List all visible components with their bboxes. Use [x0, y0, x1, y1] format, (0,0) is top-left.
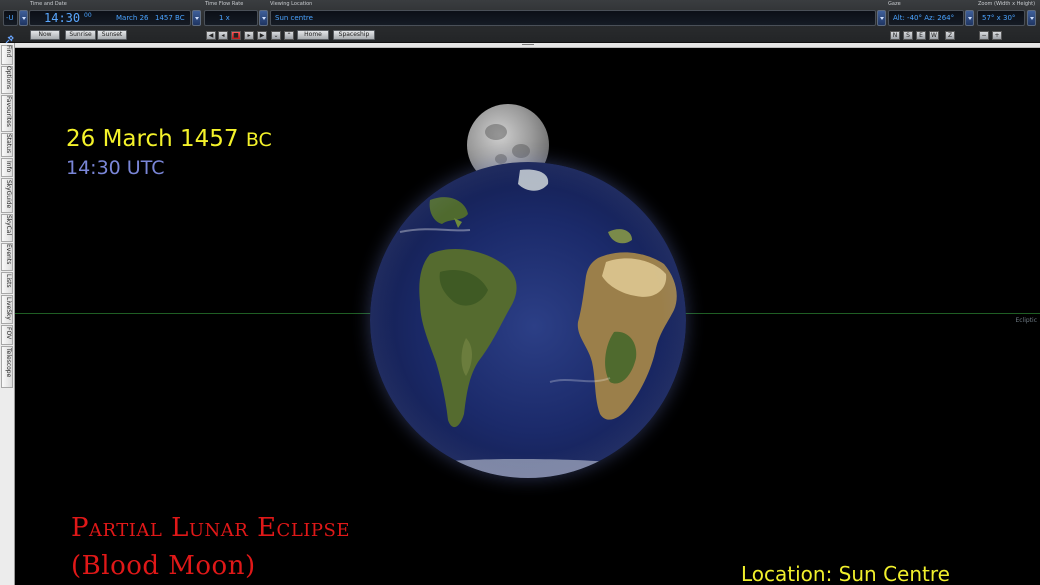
- tab-telescope[interactable]: Telescope: [1, 346, 13, 388]
- flow-dropdown-button[interactable]: [259, 10, 268, 26]
- step-forward-fast-button[interactable]: ▶: [257, 31, 267, 40]
- tab-skycal-label: SkyCal: [5, 215, 12, 236]
- gaze-field[interactable]: Alt: -40° Az: 264°: [888, 10, 964, 26]
- zoom-field[interactable]: 57° x 30°: [977, 10, 1025, 26]
- eclipse-subtitle: (Blood Moon): [71, 551, 256, 581]
- gaze-label: Gaze: [888, 1, 901, 7]
- spaceship-button[interactable]: Spaceship: [333, 30, 375, 40]
- tab-skyguide[interactable]: SkyGuide: [1, 178, 13, 213]
- tab-telescope-label: Telescope: [5, 348, 12, 378]
- home-button[interactable]: Home: [297, 30, 329, 40]
- step-back-button[interactable]: ◂: [218, 31, 228, 40]
- tab-skycal[interactable]: SkyCal: [1, 214, 13, 242]
- zoom-label: Zoom (Width x Height): [978, 1, 1036, 7]
- tab-options-label: Options: [5, 66, 12, 90]
- date-dropdown-button[interactable]: [192, 10, 201, 26]
- tab-events[interactable]: Events: [1, 243, 13, 271]
- tab-favourites[interactable]: Favourites: [1, 95, 13, 132]
- timezone-field[interactable]: -U: [3, 10, 18, 26]
- gaze-dropdown-button[interactable]: [965, 10, 974, 26]
- tab-options[interactable]: Options: [1, 66, 13, 94]
- gaze-south-button[interactable]: S: [903, 31, 913, 40]
- location-caption: Location: Sun Centre: [741, 562, 950, 585]
- tab-livesky-label: LiveSky: [5, 296, 12, 320]
- gaze-north-button[interactable]: N: [890, 31, 900, 40]
- time-value: 14:30: [44, 11, 81, 25]
- tab-find-label: Find: [5, 45, 12, 58]
- tab-favourites-label: Favourites: [5, 95, 12, 127]
- ecliptic-label: Ecliptic: [1015, 317, 1037, 324]
- play-button[interactable]: ▸: [244, 31, 254, 40]
- viewing-location-field[interactable]: Sun centre: [270, 10, 876, 26]
- flow-value: 1 x: [219, 14, 230, 22]
- sunrise-button[interactable]: Sunrise: [65, 30, 96, 40]
- tab-events-label: Events: [5, 244, 12, 265]
- tab-skyguide-label: SkyGuide: [5, 179, 12, 208]
- now-button[interactable]: Now: [30, 30, 60, 40]
- date-caption: 26 March 1457 BC: [66, 126, 272, 152]
- time-date-field[interactable]: 14:30 00 March 26 1457 BC: [29, 10, 191, 26]
- tab-status[interactable]: Status: [1, 133, 13, 157]
- sky-view[interactable]: Ecliptic 26 March 1457 BC 14:30 UTC Part…: [15, 48, 1040, 585]
- zoom-value: 57° x 30°: [982, 14, 1016, 22]
- pin-icon[interactable]: [4, 30, 14, 44]
- time-flow-label: Time Flow Rate: [205, 1, 244, 7]
- grip-icon: [522, 44, 534, 45]
- location-value: Sun centre: [275, 14, 313, 22]
- tab-fov-label: FOV: [5, 327, 12, 340]
- time-flow-field[interactable]: 1 x: [204, 10, 258, 26]
- location-down-button[interactable]: ⌄: [271, 31, 281, 40]
- time-caption: 14:30 UTC: [66, 157, 165, 179]
- timezone-dropdown-button[interactable]: [19, 10, 28, 26]
- sunset-button[interactable]: Sunset: [97, 30, 127, 40]
- date-text: 26 March 1457: [66, 126, 239, 152]
- tab-lists[interactable]: Lists: [1, 272, 13, 294]
- location-up-button[interactable]: ⌃: [284, 31, 294, 40]
- zoom-in-button[interactable]: +: [992, 31, 1002, 40]
- toolbar: Time and Date Time Flow Rate Viewing Loc…: [0, 0, 1040, 44]
- tab-info-label: Info: [5, 160, 12, 172]
- seconds-value: 00: [84, 12, 92, 19]
- time-date-label: Time and Date: [30, 1, 67, 7]
- zoom-dropdown-button[interactable]: [1027, 10, 1036, 26]
- tab-lists-label: Lists: [5, 274, 12, 288]
- earth[interactable]: [370, 162, 686, 478]
- timezone-value: -U: [6, 14, 14, 22]
- year-value: 1457 BC: [155, 14, 185, 22]
- gaze-zenith-button[interactable]: Z: [945, 31, 955, 40]
- zoom-out-button[interactable]: −: [979, 31, 989, 40]
- step-back-fast-button[interactable]: ◀: [206, 31, 216, 40]
- tab-status-label: Status: [5, 134, 12, 154]
- tab-fov[interactable]: FOV: [1, 325, 13, 345]
- earth-atmosphere: [370, 162, 686, 478]
- side-tab-bar: Find Options Favourites Status Info SkyG…: [0, 43, 15, 585]
- tab-info[interactable]: Info: [1, 158, 13, 177]
- moon-crater: [485, 124, 507, 140]
- stop-button[interactable]: ■: [231, 31, 241, 40]
- viewing-location-label: Viewing Location: [270, 1, 313, 7]
- era-text: BC: [245, 129, 272, 151]
- location-dropdown-button[interactable]: [877, 10, 886, 26]
- date-value: March 26: [116, 14, 149, 22]
- eclipse-title: Partial Lunar Eclipse: [71, 513, 350, 543]
- tab-livesky[interactable]: LiveSky: [1, 295, 13, 324]
- tab-find[interactable]: Find: [1, 45, 13, 65]
- gaze-east-button[interactable]: E: [916, 31, 926, 40]
- gaze-value: Alt: -40° Az: 264°: [893, 14, 955, 22]
- moon-crater: [512, 144, 530, 158]
- gaze-west-button[interactable]: W: [929, 31, 939, 40]
